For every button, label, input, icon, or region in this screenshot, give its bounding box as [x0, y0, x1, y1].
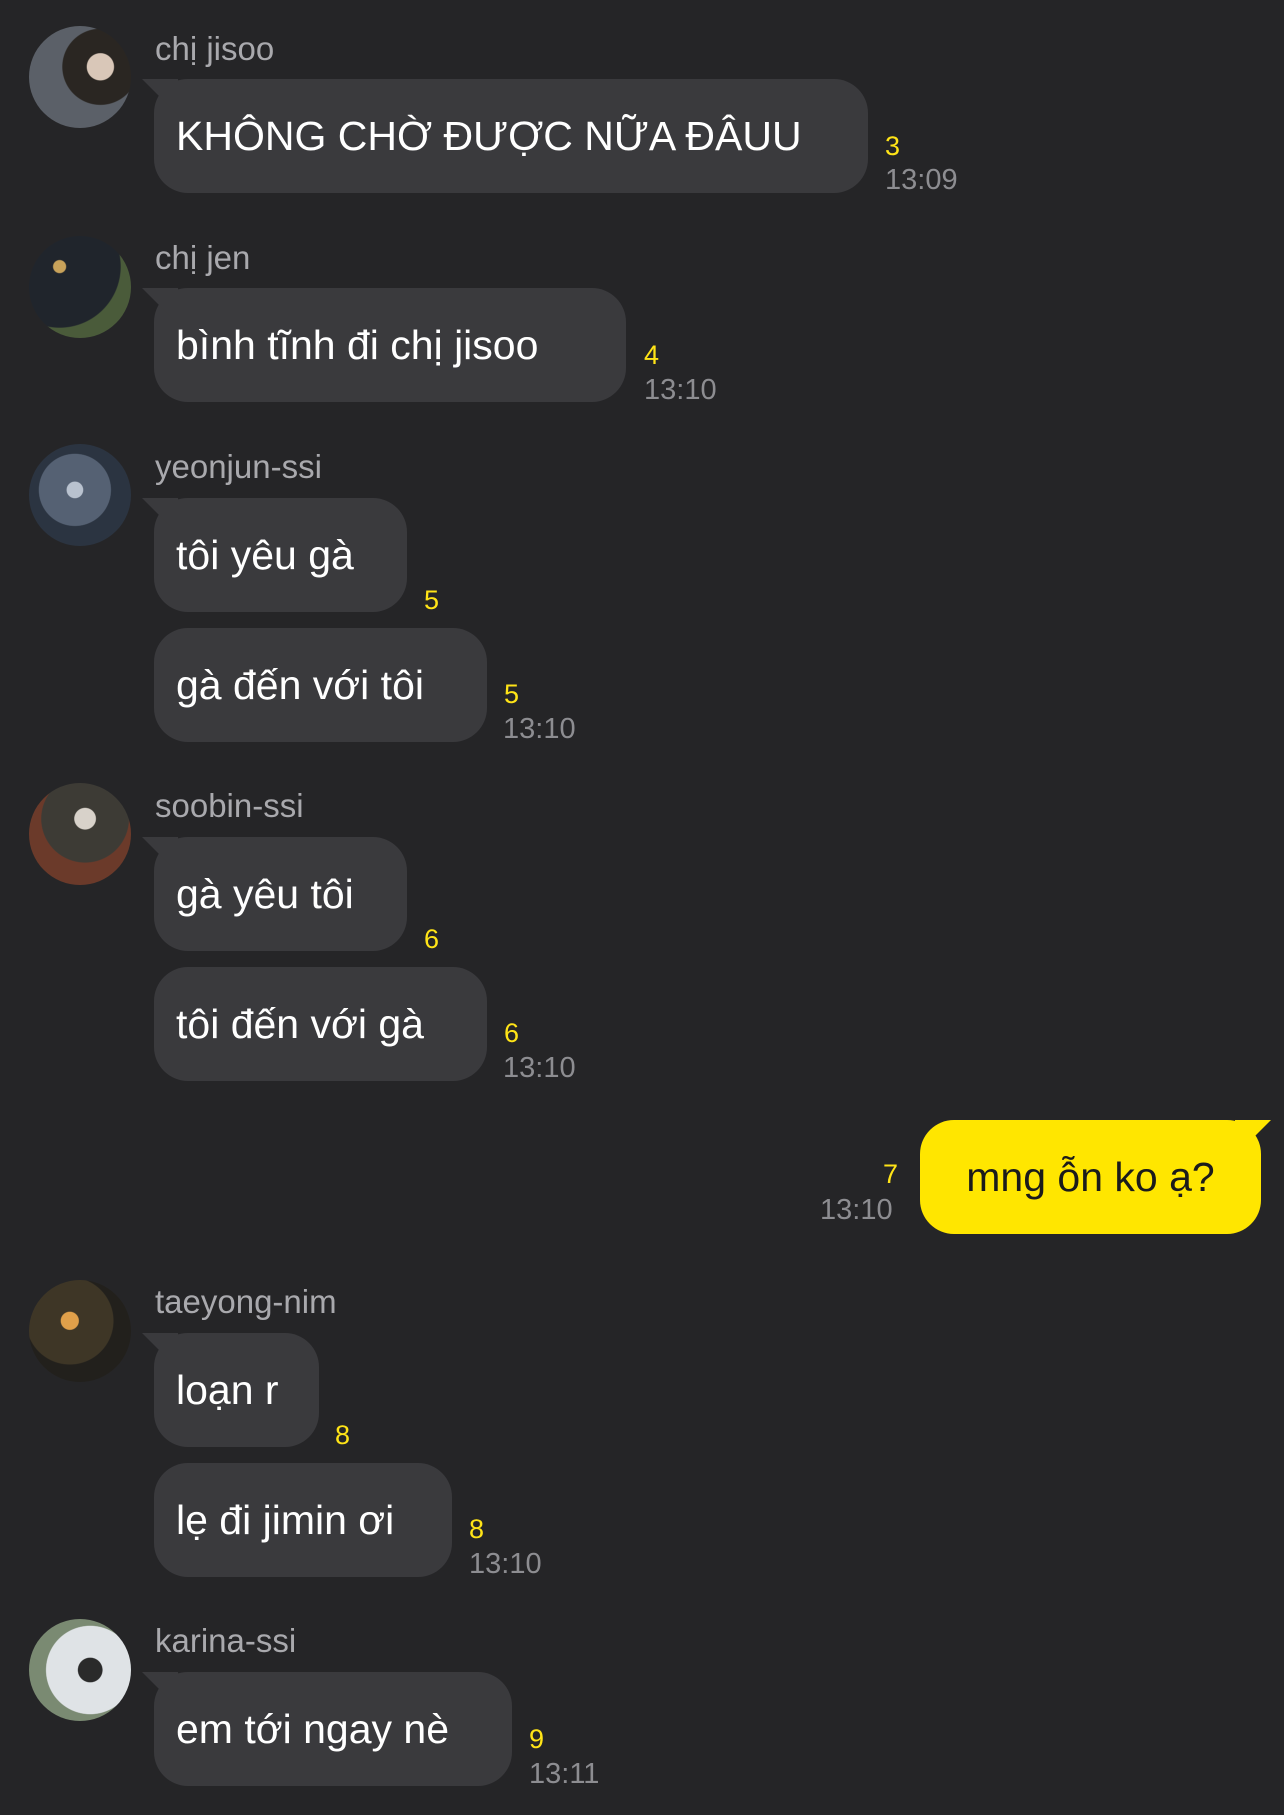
sender-name: soobin-ssi: [155, 787, 304, 824]
message-time: 13:10: [503, 713, 576, 745]
my-message-bubble[interactable]: mng ỗn ko ạ?: [920, 1120, 1261, 1234]
sender-name: taeyong-nim: [155, 1283, 337, 1320]
unread-count: 6: [424, 924, 440, 954]
message-bubble[interactable]: loạn r: [154, 1333, 319, 1447]
message-bubble[interactable]: em tới ngay nè: [154, 1672, 512, 1786]
unread-count: 6: [504, 1018, 520, 1048]
avatar-yeonjun-ssi[interactable]: [29, 444, 131, 546]
message-bubble[interactable]: tôi yêu gà: [154, 498, 407, 612]
unread-count: 9: [529, 1724, 545, 1754]
avatar-karina-ssi[interactable]: [29, 1619, 131, 1721]
message-time: 13:10: [469, 1548, 542, 1580]
sender-name: karina-ssi: [155, 1622, 297, 1659]
message-bubble[interactable]: KHÔNG CHỜ ĐƯỢC NỮA ĐÂUU: [154, 79, 868, 193]
unread-count: 8: [469, 1514, 485, 1544]
message-bubble[interactable]: bình tĩnh đi chị jisoo: [154, 288, 626, 402]
avatar-soobin-ssi[interactable]: [29, 783, 131, 885]
avatar-chi-jisoo[interactable]: [29, 26, 131, 128]
sender-name: yeonjun-ssi: [155, 448, 322, 485]
sender-name: chị jen: [155, 239, 251, 276]
message-time: 13:11: [529, 1758, 600, 1790]
message-time: 13:10: [503, 1052, 576, 1084]
unread-count: 5: [504, 679, 520, 709]
message-bubble[interactable]: lẹ đi jimin ơi: [154, 1463, 452, 1577]
avatar-chi-jen[interactable]: [29, 236, 131, 338]
sender-name: chị jisoo: [155, 30, 275, 67]
message-bubble[interactable]: gà yêu tôi: [154, 837, 407, 951]
unread-count: 3: [885, 131, 901, 161]
avatar-taeyong-nim[interactable]: [29, 1280, 131, 1382]
unread-count: 8: [335, 1420, 351, 1450]
message-time: 13:10: [644, 374, 717, 406]
message-time: 13:09: [885, 164, 958, 196]
unread-count: 7: [883, 1159, 899, 1189]
unread-count: 5: [424, 585, 440, 615]
unread-count: 4: [644, 340, 660, 370]
message-time: 13:10: [820, 1194, 893, 1226]
message-bubble[interactable]: gà đến với tôi: [154, 628, 487, 742]
message-bubble[interactable]: tôi đến với gà: [154, 967, 487, 1081]
